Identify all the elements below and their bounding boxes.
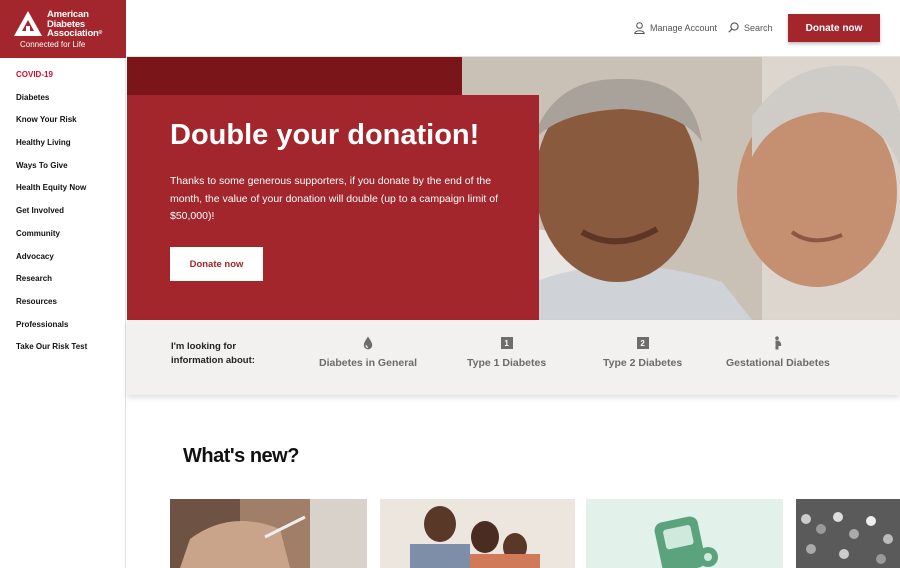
news-card-crowd[interactable] [796,499,900,568]
category-diabetes-in-general[interactable]: Diabetes in General [319,335,417,369]
news-card-device[interactable] [586,499,783,568]
sidebar-item-advocacy[interactable]: Advocacy [16,251,87,274]
hero-accent-bar [127,57,462,95]
hero-description: Thanks to some generous supporters, if y… [170,175,499,222]
hero-banner: Double your donation! Thanks to some gen… [127,57,900,320]
category-label: Type 2 Diabetes [603,357,683,369]
number-1-icon: 1 [500,337,513,349]
glucose-monitor-icon [586,499,783,568]
hero-panel: Double your donation! Thanks to some gen… [127,95,539,320]
sidebar-item-community[interactable]: Community [16,228,87,251]
logo-tagline: Connected for Life [20,40,86,49]
sidebar-item-know-your-risk[interactable]: Know Your Risk [16,114,87,137]
donate-now-button[interactable]: Donate now [788,14,880,42]
search-icon [728,22,739,33]
sidebar-item-get-involved[interactable]: Get Involved [16,205,87,228]
category-label: Gestational Diabetes [726,357,830,369]
triangle-logo-icon [14,11,42,36]
sidebar-item-covid-19[interactable]: COVID-19 [16,69,87,92]
category-type-2-diabetes[interactable]: 2 Type 2 Diabetes [603,335,682,369]
search-link[interactable]: Search [728,22,773,33]
top-header: Manage Account Search Donate now [127,0,900,57]
news-card-vaccine[interactable] [170,499,367,568]
sidebar-item-take-our-risk-test[interactable]: Take Our Risk Test [16,341,87,364]
sidebar-item-resources[interactable]: Resources [16,296,87,319]
news-card-family[interactable] [380,499,575,568]
sidebar-item-diabetes[interactable]: Diabetes [16,92,87,115]
sidebar-item-professionals[interactable]: Professionals [16,319,87,342]
sidebar-item-research[interactable]: Research [16,273,87,296]
sidebar-item-ways-to-give[interactable]: Ways To Give [16,160,87,183]
whats-new-heading: What's new? [183,445,299,467]
hero-title: Double your donation! [170,119,480,151]
crowd-photo [796,499,900,568]
category-label: Type 1 Diabetes [467,357,547,369]
category-type-1-diabetes[interactable]: 1 Type 1 Diabetes [467,335,546,369]
info-selector: I'm looking for information about: Diabe… [127,320,900,395]
ada-logo[interactable]: American Diabetes Association® Connected… [0,0,126,58]
vaccine-photo [170,499,367,568]
pregnancy-icon [775,336,782,350]
sidebar-item-health-equity-now[interactable]: Health Equity Now [16,182,87,205]
sidebar-item-healthy-living[interactable]: Healthy Living [16,137,87,160]
logo-wordmark: American Diabetes Association® [47,9,103,39]
sidebar: American Diabetes Association® Connected… [0,0,126,568]
sidebar-nav: COVID-19 Diabetes Know Your Risk Healthy… [16,69,87,364]
number-2-icon: 2 [636,337,649,349]
manage-account-link[interactable]: Manage Account [634,22,717,34]
info-label: I'm looking for information about: [171,341,255,366]
manage-account-label: Manage Account [650,23,718,33]
hero-donate-button[interactable]: Donate now [170,247,263,281]
category-gestational-diabetes[interactable]: Gestational Diabetes [726,335,830,369]
user-icon [634,22,645,34]
drop-icon [363,336,373,350]
family-photo [380,499,575,568]
category-label: Diabetes in General [319,357,418,369]
search-label: Search [744,22,773,33]
